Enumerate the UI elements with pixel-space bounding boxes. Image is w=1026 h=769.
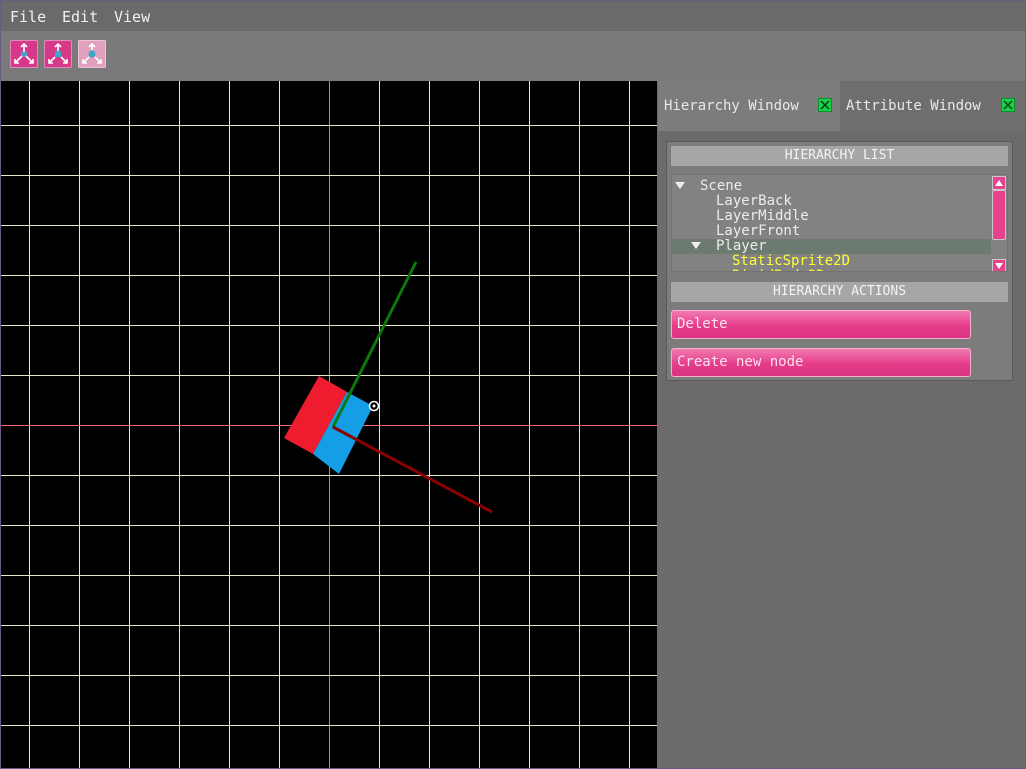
- tree-node[interactable]: RigidBody2D: [672, 269, 991, 272]
- move-arrows-icon: [14, 42, 34, 64]
- expand-triangle-icon[interactable]: [691, 242, 701, 249]
- menu-file[interactable]: File: [10, 8, 46, 26]
- scrollbar-thumb[interactable]: [992, 190, 1006, 240]
- scene-viewport[interactable]: [1, 81, 657, 768]
- scroll-up-button[interactable]: [992, 176, 1006, 190]
- tree-node[interactable]: StaticSprite2D: [672, 254, 991, 269]
- tree-node-label: RigidBody2D: [732, 269, 825, 272]
- player-sprite[interactable]: [284, 376, 373, 474]
- scale-arrows-icon: [82, 42, 102, 64]
- close-attribute-icon[interactable]: [1001, 98, 1015, 112]
- tree-node-label: Scene: [700, 178, 743, 194]
- translate-tool-button[interactable]: [10, 40, 38, 68]
- arrow-up-icon: [995, 180, 1003, 186]
- x-axis-gizmo[interactable]: [332, 425, 493, 514]
- menu-view[interactable]: View: [114, 8, 150, 26]
- hierarchy-list-header: HIERARCHY LIST: [671, 146, 1008, 166]
- tree-node-label: LayerMiddle: [716, 208, 809, 224]
- tab-attribute-label: Attribute Window: [846, 98, 981, 114]
- toolbar: [1, 31, 1025, 81]
- expand-triangle-icon[interactable]: [675, 182, 685, 189]
- rotate-arrows-icon: [48, 42, 68, 64]
- arrow-down-icon: [995, 263, 1003, 269]
- hierarchy-group: HIERARCHY LIST Scene LayerBack LayerMiddle…: [666, 141, 1013, 381]
- tree-node[interactable]: Player: [672, 239, 991, 254]
- scene-objects: [284, 261, 493, 514]
- right-panel: Hierarchy Window Attribute Window HIERAR…: [658, 81, 1025, 768]
- scroll-down-button[interactable]: [992, 259, 1006, 271]
- rotate-tool-button[interactable]: [44, 40, 72, 68]
- hierarchy-tree[interactable]: Scene LayerBack LayerMiddle LayerFront Playe…: [671, 174, 1008, 272]
- create-node-button[interactable]: Create new node: [671, 348, 971, 377]
- delete-button[interactable]: Delete: [671, 310, 971, 339]
- tree-node[interactable]: Scene: [672, 179, 991, 194]
- menu-edit[interactable]: Edit: [62, 8, 98, 26]
- tab-hierarchy[interactable]: Hierarchy Window: [658, 81, 840, 131]
- menu-bar: File Edit View: [1, 1, 1025, 31]
- tab-hierarchy-label: Hierarchy Window: [664, 98, 799, 114]
- tree-node[interactable]: LayerMiddle: [672, 209, 991, 224]
- hierarchy-actions-header: HIERARCHY ACTIONS: [671, 282, 1008, 302]
- tree-node-label: Player: [716, 238, 767, 254]
- tab-attribute[interactable]: Attribute Window: [840, 81, 1025, 131]
- tree-node[interactable]: LayerFront: [672, 224, 991, 239]
- tree-node-label: LayerBack: [716, 193, 792, 209]
- tree-node[interactable]: LayerBack: [672, 194, 991, 209]
- tree-node-label: LayerFront: [716, 223, 801, 239]
- pivot-dot: [372, 404, 376, 408]
- close-hierarchy-icon[interactable]: [818, 98, 832, 112]
- tree-node-label: StaticSprite2D: [732, 253, 851, 269]
- scale-tool-button[interactable]: [78, 40, 106, 68]
